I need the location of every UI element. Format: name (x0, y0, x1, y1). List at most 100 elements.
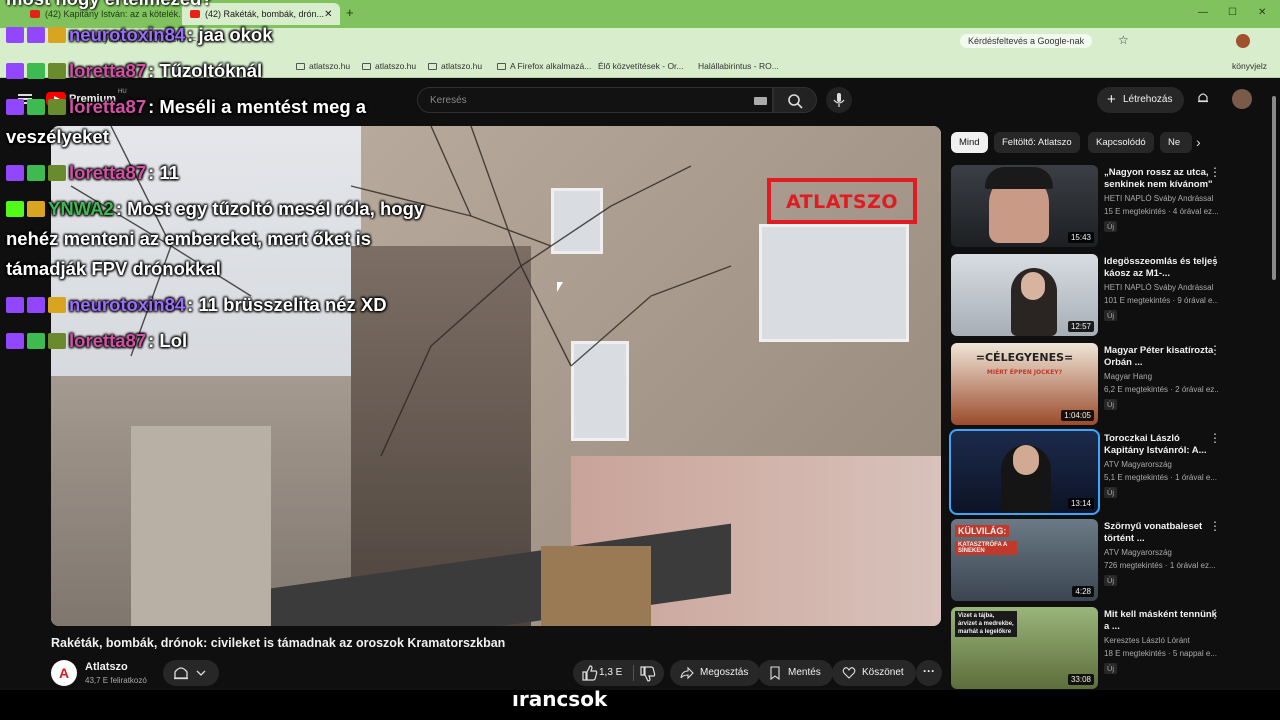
chat-text: : Tűzoltóknál (148, 60, 263, 81)
keyboard-icon[interactable] (754, 97, 767, 105)
share-button[interactable]: Megosztás (670, 660, 761, 686)
thumbnail-subtitle: KATASZTRÓFA A SÍNEKEN (955, 541, 1017, 555)
minimize-icon[interactable]: — (1198, 7, 1208, 18)
video-thumbnail[interactable]: Vizet a tájba, árvizet a medrekbe, marhá… (951, 607, 1098, 689)
recommendation-item[interactable]: KÜLVILÁG: KATASZTRÓFA A SÍNEKEN 4:28 Szö… (951, 519, 1266, 601)
recommendation-item[interactable]: Vizet a tájba, árvizet a medrekbe, marhá… (951, 607, 1266, 689)
maximize-icon[interactable]: ☐ (1228, 7, 1237, 18)
emote-badge-icon (48, 297, 66, 313)
new-tab-button[interactable]: + (346, 5, 354, 20)
thanks-button[interactable]: Köszönet (832, 660, 916, 686)
heart-dollar-icon (842, 667, 856, 679)
chip-related[interactable]: Kapcsolódó (1088, 132, 1154, 153)
video-duration: 1:04:05 (1061, 410, 1094, 421)
sword-badge-icon (27, 165, 45, 181)
kebab-menu-icon[interactable]: ⋮ (1209, 165, 1221, 179)
emote-badge-icon (48, 165, 66, 181)
twitch-icon (6, 165, 24, 181)
youtube-favicon-icon (30, 10, 40, 18)
bottom-overlay-bar (0, 690, 1280, 720)
microphone-icon (833, 93, 845, 107)
rec-channel[interactable]: ATV Magyarország (1104, 548, 1218, 557)
new-badge: Új (1104, 221, 1118, 232)
recommendation-item[interactable]: 13:14 Toroczkai László Kapitány Istvánró… (949, 429, 1266, 515)
kebab-menu-icon[interactable]: ⋮ (1209, 343, 1221, 357)
recommendation-item[interactable]: 15:43 „Nagyon rossz az utca, senkinek ne… (951, 165, 1266, 247)
kebab-menu-icon[interactable]: ⋮ (1209, 607, 1221, 621)
chat-username: loretta87 (69, 162, 147, 183)
tab-title: (42) Rakéták, bombák, drón... (205, 9, 325, 19)
rec-title[interactable]: Mit kell másként tennünk a ... (1104, 609, 1218, 633)
channel-avatar[interactable] (51, 660, 77, 686)
search-input[interactable]: Keresés (417, 87, 773, 113)
video-duration: 15:43 (1067, 232, 1094, 243)
video-thumbnail[interactable]: =CÉLEGYENES= MIÉRT ÉPPEN JOCKEY? 1:04:05 (951, 343, 1098, 425)
video-thumbnail[interactable]: 15:43 (951, 165, 1098, 247)
video-thumbnail[interactable]: KÜLVILÁG: KATASZTRÓFA A SÍNEKEN 4:28 (951, 519, 1098, 601)
video-duration: 4:28 (1072, 586, 1094, 597)
account-avatar[interactable] (1232, 89, 1252, 109)
rec-channel[interactable]: Magyar Hang (1104, 372, 1218, 381)
thumbnail-face (1013, 445, 1039, 475)
chevron-right-icon[interactable]: › (1196, 134, 1201, 150)
chat-message: loretta87: Lol (6, 326, 436, 356)
star-badge-icon (27, 297, 45, 313)
close-window-icon[interactable]: ✕ (1258, 7, 1266, 18)
video-thumbnail[interactable]: 12:57 (951, 254, 1098, 336)
bookmark-item[interactable]: Élő közvetítések - Or... (598, 61, 684, 71)
more-actions-button[interactable]: ··· (916, 660, 942, 686)
close-tab-icon[interactable]: ✕ (324, 9, 332, 20)
rec-channel[interactable]: HETI NAPLÓ Sváby Andrással (1104, 194, 1218, 203)
emote-badge-icon (48, 63, 66, 79)
search-icon (788, 94, 803, 109)
bookmark-star-icon[interactable]: ☆ (1118, 33, 1129, 47)
chip-all[interactable]: Mind (951, 132, 988, 153)
dislike-icon[interactable] (635, 660, 661, 686)
chip-uploader[interactable]: Feltöltő: Atlatszo (994, 132, 1080, 153)
rec-title[interactable]: Magyar Péter kisatírozta Orbán ... (1104, 345, 1218, 369)
google-ask-button[interactable]: Kérdésfeltevés a Google-nak (960, 34, 1093, 48)
bookmark-item[interactable]: A Firefox alkalmazá... (497, 61, 591, 71)
screen: (42) Kapitány István: az a kötelék... ✕ (… (0, 0, 1280, 720)
recommendation-item[interactable]: =CÉLEGYENES= MIÉRT ÉPPEN JOCKEY? 1:04:05… (951, 343, 1266, 425)
kebab-menu-icon[interactable]: ⋮ (1209, 431, 1221, 445)
rec-meta: 726 megtekintés · 1 órával ez... (1104, 561, 1216, 570)
subscribed-bell-button[interactable] (163, 660, 219, 686)
mouse-cursor-icon (557, 282, 563, 292)
channel-name[interactable]: Atlatszo (85, 661, 128, 673)
twitch-icon (6, 297, 24, 313)
other-bookmarks[interactable]: könyvjelz (1232, 61, 1267, 71)
recommendation-item[interactable]: 12:57 Idegösszeomlás és teljes káosz az … (951, 254, 1266, 336)
chat-username: neurotoxin84 (69, 294, 186, 315)
bookmark-item[interactable]: atlatszo.hu (428, 61, 482, 71)
save-button[interactable]: Mentés (758, 660, 833, 686)
rec-channel[interactable]: ATV Magyarország (1104, 460, 1218, 469)
notifications-icon[interactable] (1196, 91, 1210, 105)
video-duration: 13:14 (1067, 498, 1094, 509)
scrollbar-thumb[interactable] (1272, 96, 1276, 280)
bookmark-item[interactable]: Halállabirintus - RO... (698, 61, 779, 71)
rec-title[interactable]: Idegösszeomlás és teljes káosz az M1-... (1104, 256, 1218, 280)
thumbnail-title: =CÉLEGYENES= (975, 351, 1074, 364)
rec-title[interactable]: „Nagyon rossz az utca, senkinek nem kívá… (1104, 167, 1218, 191)
video-title: Rakéták, bombák, drónok: civileket is tá… (51, 636, 506, 650)
create-button[interactable]: Létrehozás (1097, 87, 1185, 113)
thumbnail-hat (985, 167, 1053, 189)
kebab-menu-icon[interactable]: ⋮ (1209, 254, 1221, 268)
rec-channel[interactable]: Keresztes László Lóránt (1104, 636, 1218, 645)
rec-title[interactable]: Toroczkai László Kapitány Istvánról: A..… (1104, 433, 1218, 457)
rec-title[interactable]: Szörnyű vonatbaleset történt ... (1104, 521, 1218, 545)
video-duration: 12:57 (1067, 321, 1094, 332)
kebab-menu-icon[interactable]: ⋮ (1209, 519, 1221, 533)
video-thumbnail[interactable]: 13:14 (949, 429, 1100, 515)
voice-search-button[interactable] (826, 87, 852, 113)
twitch-icon (6, 63, 24, 79)
atlatszo-watermark: ATLATSZO (767, 178, 917, 224)
folder-icon (497, 63, 506, 70)
profile-avatar[interactable] (1236, 34, 1250, 48)
like-count[interactable]: 1,3 E (599, 667, 622, 678)
rec-channel[interactable]: HETI NAPLÓ Sváby Andrással (1104, 283, 1218, 292)
chip-partial[interactable]: Ne (1160, 132, 1192, 153)
chat-username: YNWA2 (48, 198, 114, 219)
search-button[interactable] (773, 87, 817, 113)
